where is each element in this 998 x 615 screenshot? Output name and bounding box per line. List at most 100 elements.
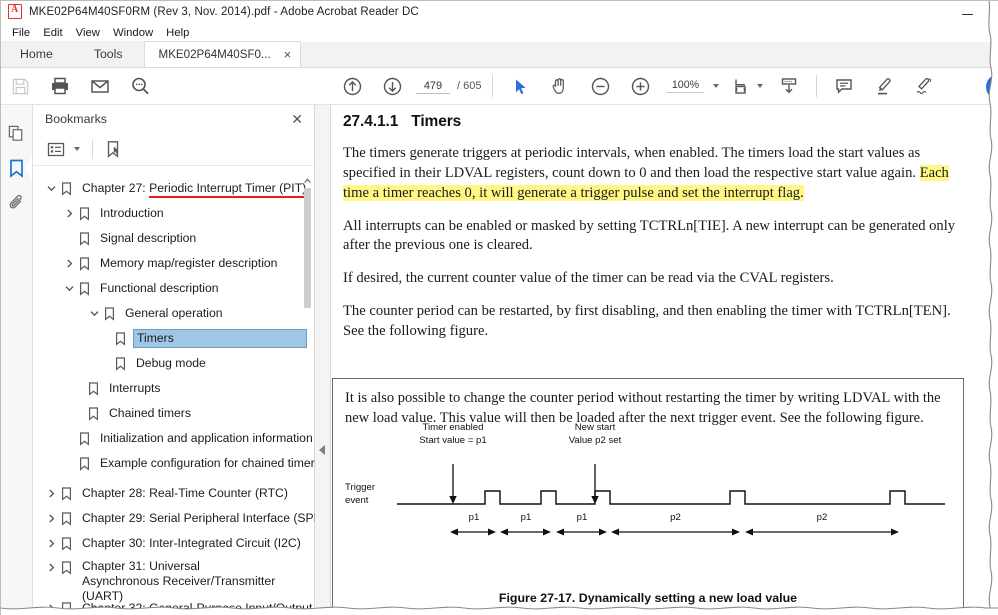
- menu-edit[interactable]: Edit: [38, 26, 70, 40]
- close-icon[interactable]: ×: [281, 48, 295, 61]
- navigation-rail: [0, 105, 33, 615]
- bookmark-item[interactable]: Chapter 29: Serial Peripheral Interface …: [33, 506, 315, 531]
- arrow-down-circle-icon[interactable]: [376, 71, 408, 101]
- bookmark-item[interactable]: Initialization and application informati…: [33, 426, 315, 451]
- minus-circle-icon[interactable]: [584, 71, 616, 101]
- bookmark-item[interactable]: Introduction: [33, 201, 315, 226]
- pdf-file-icon: [8, 4, 22, 19]
- bookmarks-tree: Chapter 27: Periodic Interrupt Timer (PI…: [33, 167, 315, 615]
- menu-window[interactable]: Window: [108, 26, 161, 40]
- list-options-icon[interactable]: [44, 137, 68, 161]
- menu-help[interactable]: Help: [161, 26, 197, 40]
- bookmark-ribbon-icon: [115, 356, 130, 371]
- bookmark-item-label: Chapter 30: Inter-Integrated Circuit (I2…: [82, 536, 301, 551]
- page-navigator: / 605: [416, 78, 481, 94]
- bookmark-item-label: Debug mode: [136, 356, 206, 371]
- page-number-input[interactable]: [416, 78, 450, 94]
- bookmark-item[interactable]: Chapter 28: Real-Time Counter (RTC): [33, 481, 315, 506]
- menu-file[interactable]: File: [7, 26, 38, 40]
- chevron-right-icon[interactable]: [63, 207, 76, 220]
- bookmark-item[interactable]: Interrupts: [33, 376, 315, 401]
- chevron-down-icon[interactable]: [63, 282, 76, 295]
- scrollbar-thumb[interactable]: [304, 188, 311, 308]
- magnifier-icon[interactable]: [124, 71, 156, 101]
- tab-document[interactable]: MKE02P64M40SF0... ×: [143, 41, 302, 67]
- bookmark-item[interactable]: Chained timers: [33, 401, 315, 426]
- comment-balloon-icon[interactable]: [828, 71, 860, 101]
- bookmark-item[interactable]: Chapter 32: General-Purpose Input/Output: [33, 596, 315, 615]
- chevron-right-icon[interactable]: [45, 537, 58, 550]
- envelope-icon[interactable]: [84, 71, 116, 101]
- bookmark-item-label: Chapter 29: Serial Peripheral Interface …: [82, 511, 315, 526]
- bookmark-item[interactable]: Chapter 27: Periodic Interrupt Timer (PI…: [33, 176, 315, 201]
- chevron-down-icon[interactable]: [74, 147, 80, 151]
- scroll-up-arrow-icon[interactable]: [303, 175, 312, 186]
- timing-diagram: Timer enabled Start value = p1 New start…: [345, 422, 953, 564]
- user-avatar[interactable]: [986, 74, 998, 100]
- bookmark-item-label: Functional description: [100, 281, 219, 296]
- bookmarks-scrollbar[interactable]: [303, 175, 312, 605]
- bookmark-item[interactable]: Signal description: [33, 226, 315, 251]
- highlighter-pen-icon[interactable]: [868, 71, 900, 101]
- chevron-right-icon[interactable]: [45, 561, 58, 574]
- interval-label: p1: [468, 512, 480, 524]
- page-title: 27.4.1.1 Timers: [343, 113, 963, 131]
- chevron-down-icon[interactable]: [45, 182, 58, 195]
- tab-strip: Home Tools MKE02P64M40SF0... ×: [0, 41, 998, 68]
- window-titlebar: MKE02P64M40SF0RM (Rev 3, Nov. 2014).pdf …: [0, 0, 998, 24]
- chevron-right-icon[interactable]: [45, 602, 58, 615]
- read-mode-icon[interactable]: [773, 71, 805, 101]
- panel-toolbar-divider: [92, 139, 93, 159]
- bookmark-ribbon-icon: [61, 536, 76, 551]
- toolbar-divider-2: [816, 75, 818, 97]
- hand-pan-icon[interactable]: [544, 71, 576, 101]
- paragraph-3: If desired, the current counter value of…: [343, 270, 834, 287]
- zoom-level-value: 100%: [666, 79, 705, 93]
- menubar: File Edit View Window Help: [0, 24, 998, 42]
- pages-icon[interactable]: [1, 117, 31, 150]
- bookmark-ribbon-icon[interactable]: [1, 152, 32, 185]
- chevron-right-icon[interactable]: [45, 512, 58, 525]
- panel-splitter[interactable]: [315, 105, 331, 615]
- bookmark-item[interactable]: Example configuration for chained timer: [33, 451, 315, 476]
- tab-home[interactable]: Home: [0, 41, 74, 67]
- zoom-level-dropdown[interactable]: 100%: [666, 79, 720, 93]
- paperclip-icon[interactable]: [1, 187, 31, 220]
- plus-circle-icon[interactable]: [624, 71, 656, 101]
- cursor-arrow-icon[interactable]: [504, 71, 536, 101]
- save-disk-icon[interactable]: [4, 71, 36, 101]
- bookmark-ribbon-icon: [79, 281, 94, 296]
- bookmark-item[interactable]: Chapter 30: Inter-Integrated Circuit (I2…: [33, 531, 315, 556]
- fill-and-sign-icon[interactable]: [908, 71, 940, 101]
- chevron-right-icon[interactable]: [45, 487, 58, 500]
- tab-tools[interactable]: Tools: [73, 41, 144, 67]
- bookmark-item[interactable]: Memory map/register description: [33, 251, 315, 276]
- interval-label: p2: [816, 512, 828, 524]
- bookmark-item[interactable]: Functional description: [33, 276, 315, 301]
- fit-options-chevron-icon[interactable]: [757, 84, 764, 88]
- menu-view[interactable]: View: [71, 26, 108, 40]
- bookmarks-panel-toolbar: [33, 133, 314, 166]
- bookmark-item[interactable]: Chapter 31: Universal Asynchronous Recei…: [33, 556, 315, 603]
- bookmark-ribbon-icon: [79, 231, 94, 246]
- fit-page-icon[interactable]: [725, 71, 757, 101]
- collapse-panel-arrow-icon[interactable]: [319, 445, 325, 455]
- printer-icon[interactable]: [44, 71, 76, 101]
- bookmarks-panel: Bookmarks ✕ Chapter 27: Periodic Interru…: [33, 105, 315, 615]
- bookmark-ribbon-icon: [88, 406, 103, 421]
- bookmark-item-timers[interactable]: Timers: [33, 326, 315, 351]
- bookmark-item[interactable]: Debug mode: [33, 351, 315, 376]
- new-bookmark-icon[interactable]: [102, 137, 126, 161]
- annotation-timer-enabled: Timer enabled Start value = p1: [419, 422, 487, 446]
- section-number: 27.4.1.1: [343, 113, 399, 130]
- interval-label: p1: [576, 512, 588, 524]
- close-icon[interactable]: ✕: [288, 112, 306, 126]
- document-viewport[interactable]: 27.4.1.1 Timers The timers generate trigg…: [331, 105, 998, 615]
- chevron-right-icon[interactable]: [63, 257, 76, 270]
- chevron-down-icon[interactable]: [88, 307, 101, 320]
- arrow-up-circle-icon[interactable]: [336, 71, 368, 101]
- bookmark-item[interactable]: General operation: [33, 301, 315, 326]
- minimize-button[interactable]: [954, 4, 980, 20]
- bookmark-ribbon-icon: [61, 601, 76, 615]
- bookmark-item-label: Chained timers: [109, 406, 191, 421]
